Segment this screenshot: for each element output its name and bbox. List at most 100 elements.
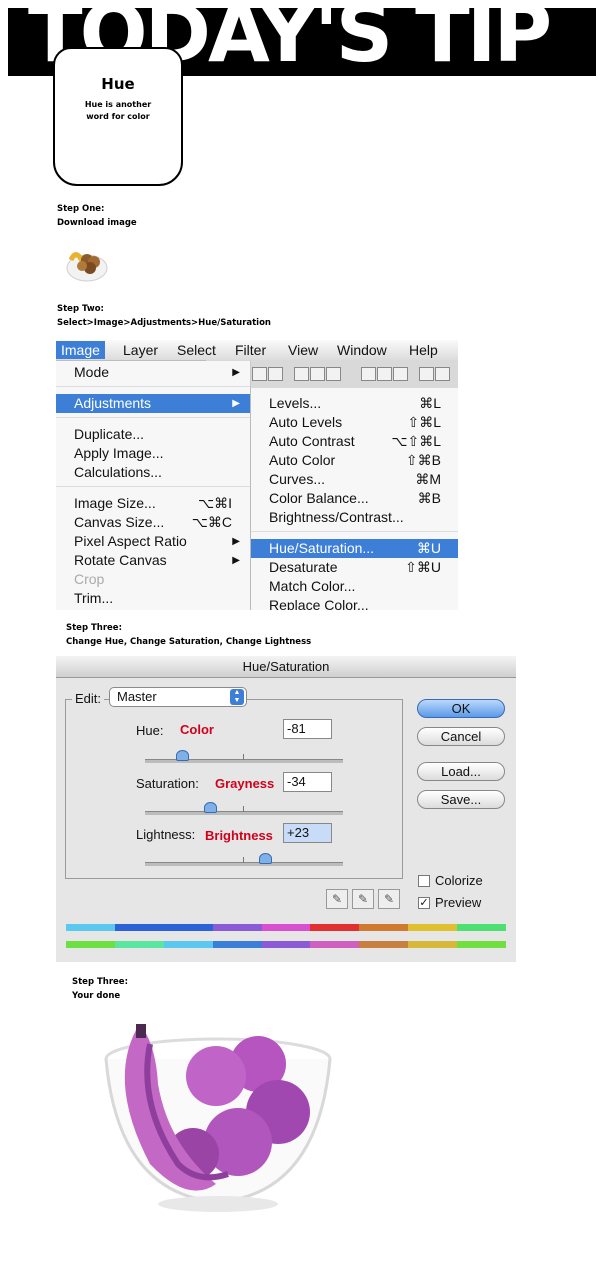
color-segment [261, 941, 311, 948]
submenu-arrow-icon: ▶ [232, 536, 240, 547]
color-segment [114, 924, 164, 931]
menu-item-mode[interactable]: Mode ▶ [56, 363, 250, 382]
menu-layer[interactable]: Layer [118, 341, 163, 359]
menu-item-hue-saturation[interactable]: Hue/Saturation... ⌘U [251, 539, 458, 558]
menu-item-desaturate[interactable]: Desaturate ⇧⌘U [251, 558, 458, 577]
menu-item-adjustments[interactable]: Adjustments ▶ [56, 394, 250, 413]
distribute-icon[interactable] [377, 367, 392, 381]
menu-item-levels[interactable]: Levels... ⌘L [251, 394, 458, 413]
align-icon[interactable] [252, 367, 267, 381]
lightness-slider-thumb[interactable] [259, 853, 272, 864]
eyedropper-plus-icon[interactable]: ✎ [352, 889, 374, 909]
menu-image[interactable]: Image [56, 341, 105, 359]
menu-item-trim[interactable]: Trim... [56, 589, 250, 608]
submenu-arrow-icon: ▶ [232, 367, 240, 378]
align-icon[interactable] [294, 367, 309, 381]
menu-item-rotate-canvas[interactable]: Rotate Canvas ▶ [56, 551, 250, 570]
cancel-button[interactable]: Cancel [417, 727, 505, 746]
menu-item-canvas-size[interactable]: Canvas Size... ⌥⌘C [56, 513, 250, 532]
menu-select[interactable]: Select [172, 341, 221, 359]
lightness-annotation: Brightness [205, 828, 273, 843]
eyedropper-minus-icon[interactable]: ✎ [378, 889, 400, 909]
checkmark-icon: ✓ [419, 897, 429, 909]
hue-label: Hue: [136, 723, 164, 738]
color-segment [457, 941, 507, 948]
saturation-slider-thumb[interactable] [204, 802, 217, 813]
menu-item-apply-image[interactable]: Apply Image... [56, 444, 250, 463]
menu-item-brightness-contrast[interactable]: Brightness/Contrast... [251, 508, 458, 527]
color-segment [212, 941, 262, 948]
menu-window[interactable]: Window [332, 341, 392, 359]
distribute-icon[interactable] [393, 367, 408, 381]
menu-item-match-color[interactable]: Match Color... [251, 577, 458, 596]
menu-item-auto-contrast[interactable]: Auto Contrast ⌥⇧⌘L [251, 432, 458, 451]
colorize-label: Colorize [435, 873, 483, 888]
color-segment [457, 924, 507, 931]
lightness-input[interactable]: +23 [283, 823, 332, 843]
saturation-input[interactable]: -34 [283, 772, 332, 792]
color-segment [163, 924, 213, 931]
color-segment [114, 941, 164, 948]
step1-instruction: Download image [57, 218, 137, 228]
edit-label: Edit: [72, 691, 105, 706]
adjustments-submenu: Levels... ⌘L Auto Levels ⇧⌘L Auto Contrast… [250, 388, 458, 610]
photoshop-menu-screenshot: Image Layer Select Filter View Window He… [56, 340, 458, 610]
preview-checkbox[interactable]: ✓ [418, 897, 430, 909]
saturation-label: Saturation: [136, 776, 199, 791]
preview-label: Preview [435, 895, 482, 910]
step1-heading: Step One: [57, 204, 105, 214]
colorize-checkbox[interactable] [418, 875, 430, 887]
menu-item-calculations[interactable]: Calculations... [56, 463, 250, 482]
dialog-title: Hue/Saturation [56, 656, 516, 678]
saturation-slider[interactable] [145, 802, 343, 815]
menu-item-replace-color[interactable]: Replace Color... [251, 596, 458, 610]
lightness-slider[interactable] [145, 853, 343, 866]
submenu-arrow-icon: ▶ [232, 555, 240, 566]
hue-saturation-dialog: Hue/Saturation Hue: Color -81 Saturation… [56, 656, 516, 962]
ok-button[interactable]: OK [417, 699, 505, 718]
distribute-icon[interactable] [435, 367, 450, 381]
menu-item-color-balance[interactable]: Color Balance... ⌘B [251, 489, 458, 508]
tip-card-description: Hue is another word for color [84, 100, 152, 121]
hue-slider[interactable] [145, 750, 343, 763]
distribute-icon[interactable] [361, 367, 376, 381]
color-segment [212, 924, 262, 931]
hue-slider-thumb[interactable] [176, 750, 189, 761]
hue-input[interactable]: -81 [283, 719, 332, 739]
hue-annotation: Color [180, 722, 214, 737]
menu-item-duplicate[interactable]: Duplicate... [56, 425, 250, 444]
align-icon[interactable] [310, 367, 325, 381]
menu-item-auto-levels[interactable]: Auto Levels ⇧⌘L [251, 413, 458, 432]
step4-heading: Step Three: [72, 977, 128, 987]
align-icon[interactable] [268, 367, 283, 381]
color-segment [408, 941, 458, 948]
menu-item-image-size[interactable]: Image Size... ⌥⌘I [56, 494, 250, 513]
recolored-fruit-bowl-image [104, 1024, 332, 1212]
save-button[interactable]: Save... [417, 790, 505, 809]
step4-instruction: Your done [72, 991, 121, 1001]
color-segment [66, 941, 115, 948]
menu-item-auto-color[interactable]: Auto Color ⇧⌘B [251, 451, 458, 470]
distribute-icon[interactable] [419, 367, 434, 381]
menu-filter[interactable]: Filter [230, 341, 271, 359]
color-segment [66, 924, 115, 931]
edit-channel-select[interactable]: Master ▲ ▼ [109, 687, 247, 707]
menu-item-pixel-aspect-ratio[interactable]: Pixel Aspect Ratio ▶ [56, 532, 250, 551]
input-color-bar [66, 924, 507, 931]
eyedropper-icon[interactable]: ✎ [326, 889, 348, 909]
chevron-updown-icon: ▲ ▼ [230, 689, 244, 705]
align-icon[interactable] [326, 367, 341, 381]
fruit-bowl-thumbnail[interactable] [63, 238, 111, 286]
menu-item-curves[interactable]: Curves... ⌘M [251, 470, 458, 489]
saturation-annotation: Grayness [215, 776, 275, 791]
color-segment [408, 924, 458, 931]
color-segment [359, 924, 409, 931]
menu-help[interactable]: Help [404, 341, 443, 359]
color-segment [261, 924, 311, 931]
menu-view[interactable]: View [283, 341, 323, 359]
load-button[interactable]: Load... [417, 762, 505, 781]
edit-group: Hue: Color -81 Saturation: Grayness -34 … [65, 699, 403, 879]
tip-card: Hue Hue is another word for color [53, 47, 183, 186]
color-segment [359, 941, 409, 948]
color-segment [163, 941, 213, 948]
